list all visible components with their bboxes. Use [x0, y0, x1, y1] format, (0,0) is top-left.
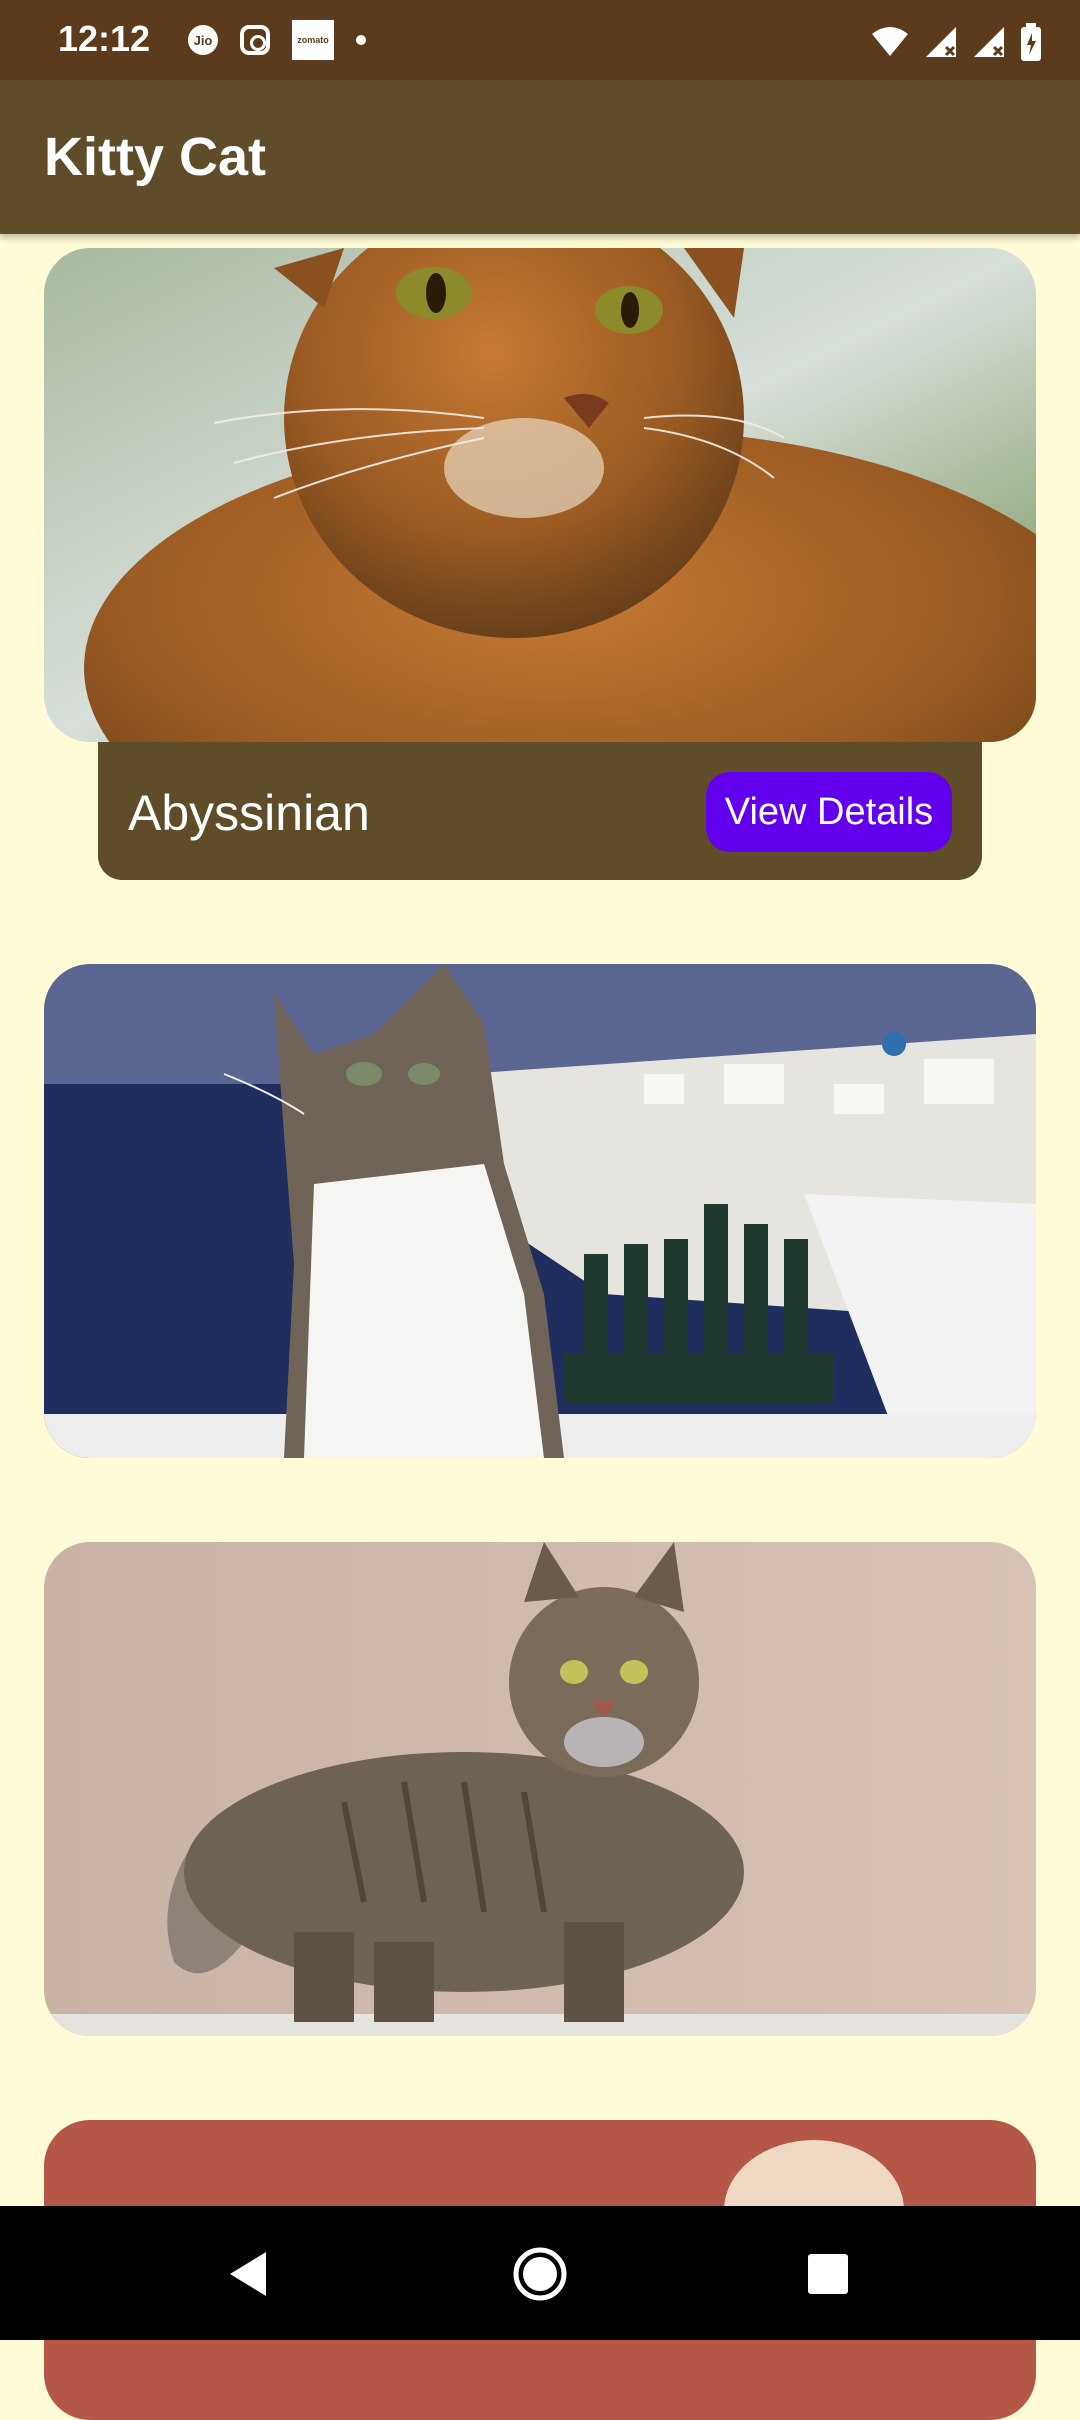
- status-time: 12:12: [58, 18, 151, 59]
- notification-dot-icon: [356, 35, 366, 45]
- zomato-icon: zomato: [292, 20, 334, 60]
- abyssinian-info-panel: Abyssinian View Details: [98, 742, 982, 880]
- home-icon[interactable]: [510, 2244, 570, 2304]
- battery-icon: [1020, 23, 1042, 61]
- abyssinian-cat-photo: [44, 248, 1036, 742]
- app-title: Kitty Cat: [44, 127, 267, 187]
- cat-image-abyssinian[interactable]: [44, 248, 1036, 742]
- breed-name: Abyssinian: [128, 785, 370, 841]
- status-bar: 12:12 Jio zomato: [0, 0, 1080, 80]
- signal-icon: [924, 25, 958, 59]
- app-bar: Kitty Cat: [0, 80, 1080, 234]
- cat-image-3[interactable]: [44, 1542, 1036, 2036]
- santorini-cat-photo: [44, 964, 1036, 1458]
- back-icon[interactable]: [218, 2244, 278, 2304]
- tabby-cat-photo: [44, 1542, 1036, 2036]
- jio-icon: Jio: [188, 25, 218, 55]
- navigation-bar: [0, 2206, 1080, 2340]
- wifi-icon: [870, 26, 910, 58]
- system-icons: [870, 20, 1042, 64]
- signal-icon: [972, 25, 1006, 59]
- notification-icons: Jio zomato: [188, 20, 366, 60]
- cat-image-2[interactable]: [44, 964, 1036, 1458]
- recents-icon[interactable]: [798, 2244, 858, 2304]
- view-details-button[interactable]: View Details: [706, 772, 952, 852]
- instagram-icon: [240, 25, 270, 55]
